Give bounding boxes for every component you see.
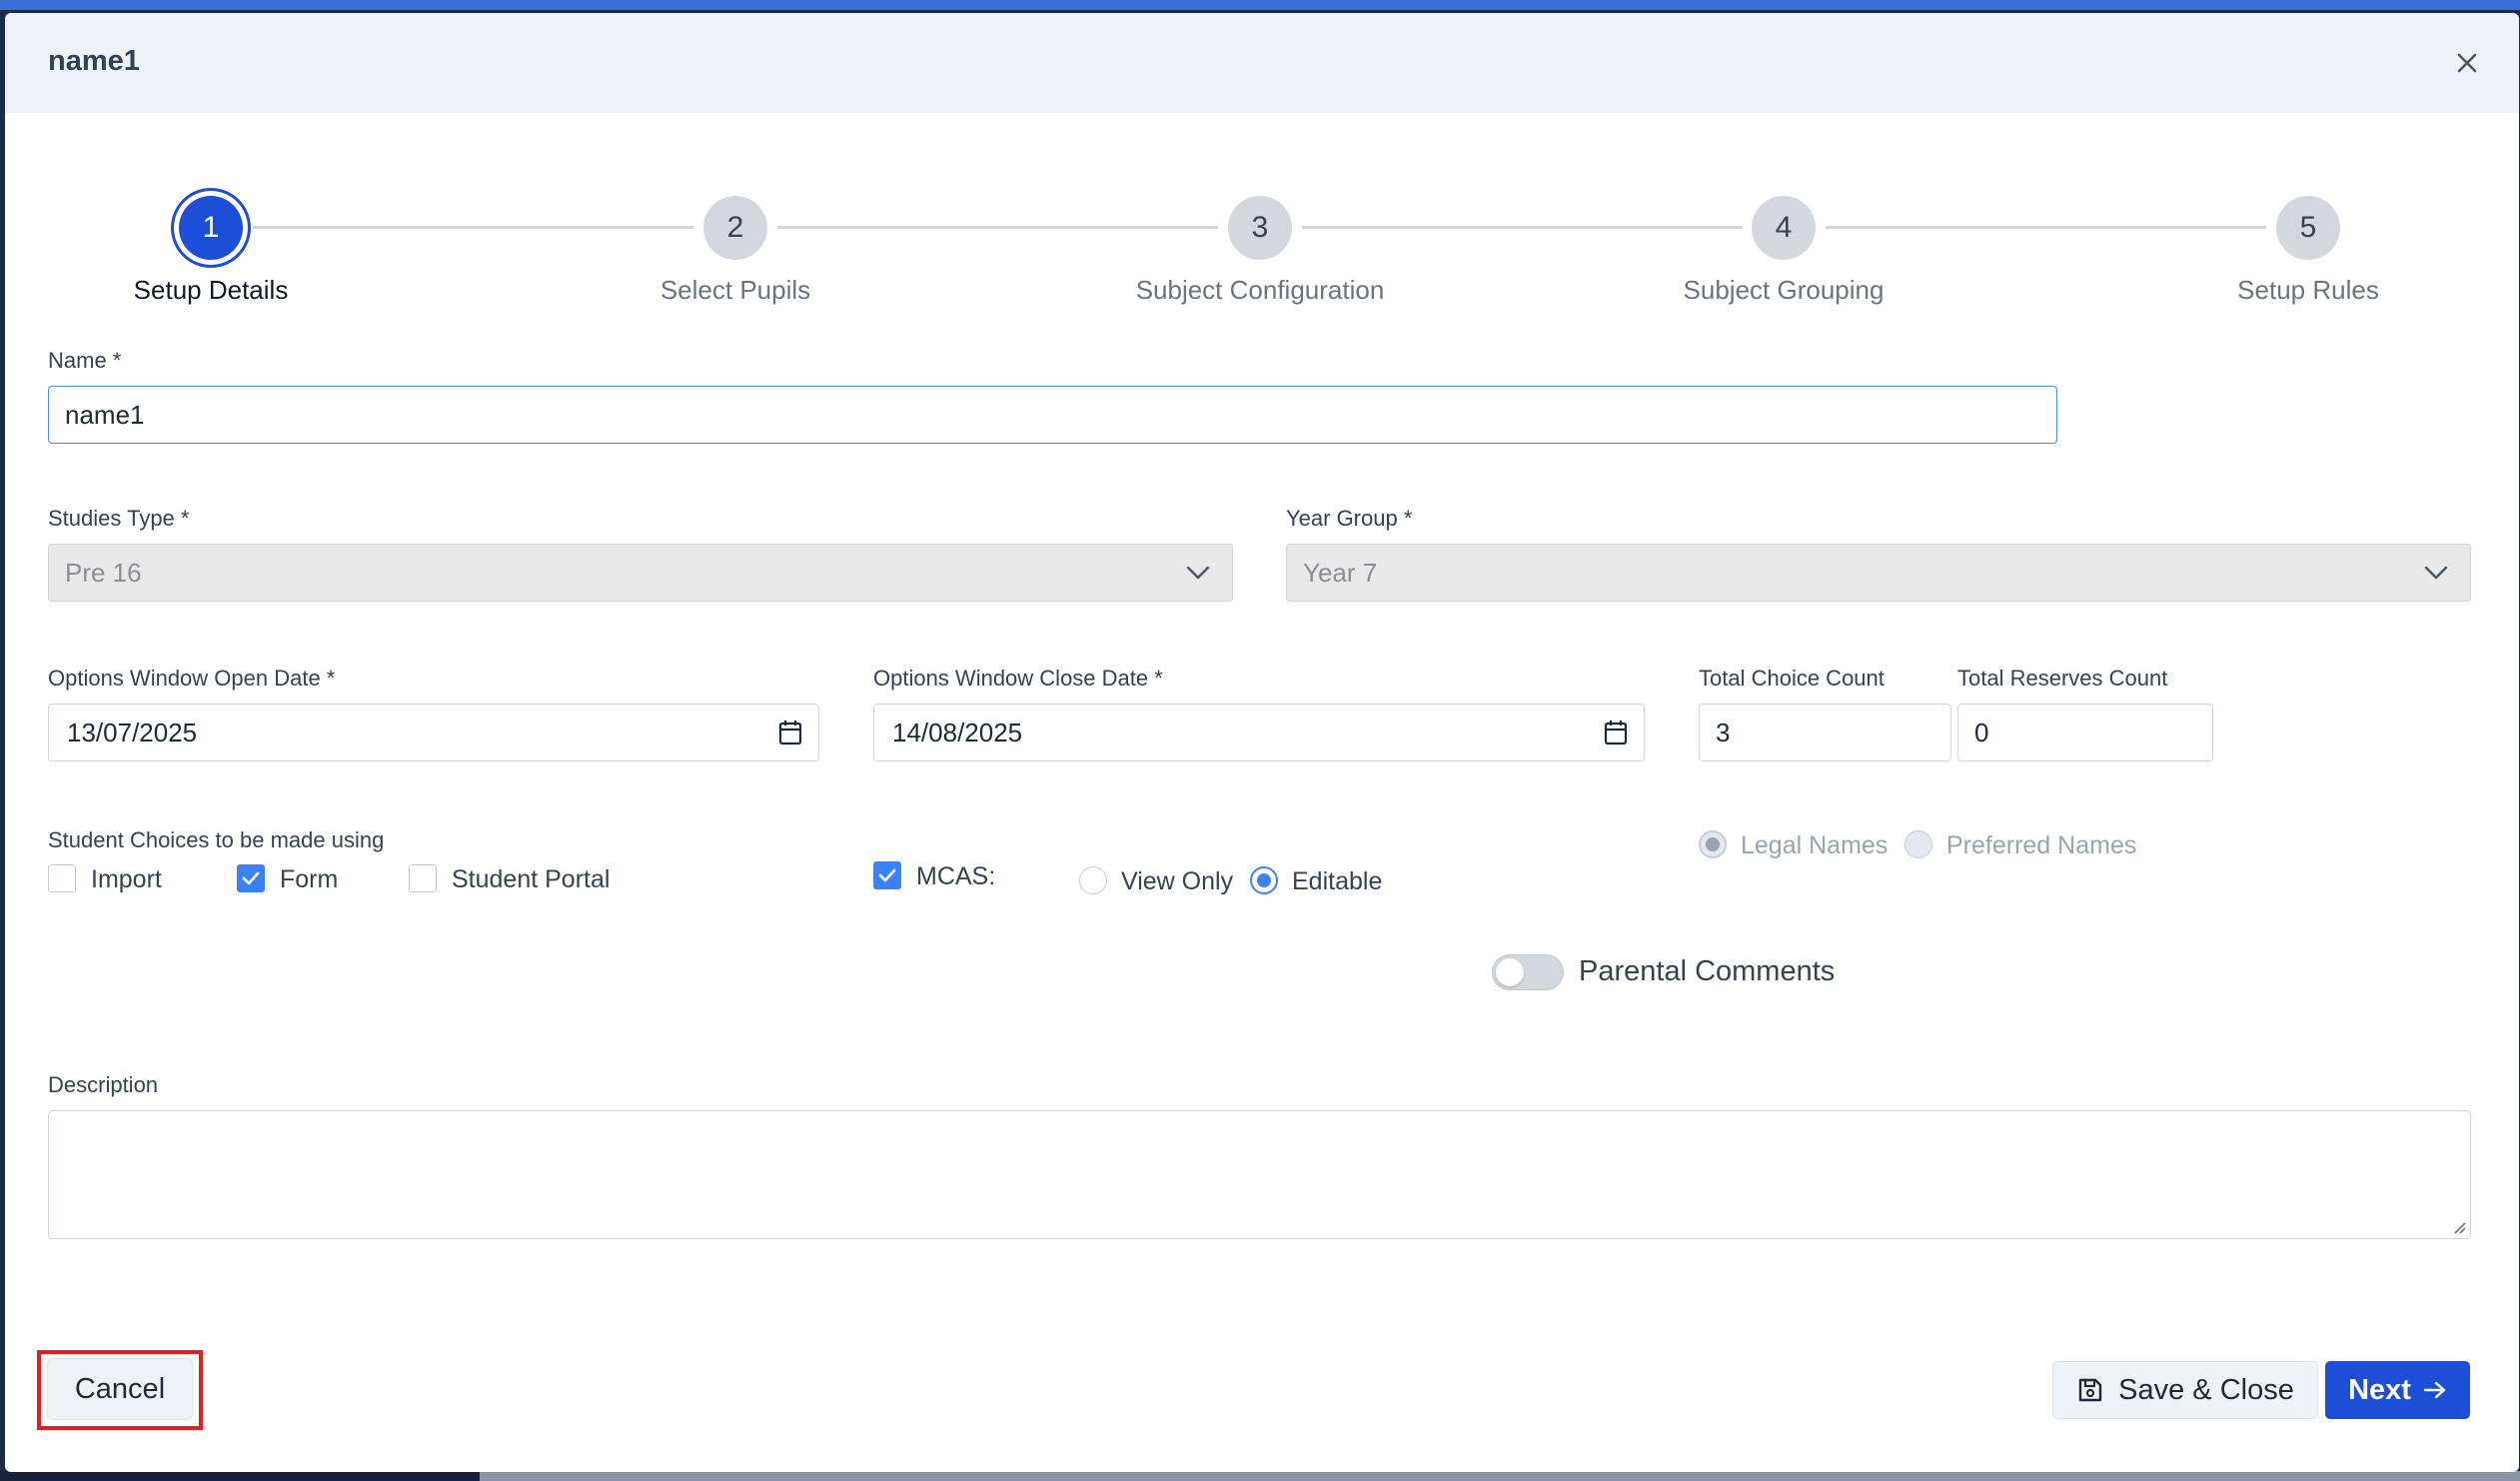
mcas-label: MCAS: bbox=[916, 862, 996, 890]
description-label: Description bbox=[48, 1072, 159, 1097]
parental-comments-toggle[interactable] bbox=[1492, 954, 1564, 990]
modal-header: name1 bbox=[5, 13, 2519, 113]
step-number: 2 bbox=[703, 196, 767, 260]
editable-radio[interactable] bbox=[1250, 866, 1278, 894]
save-icon bbox=[2078, 1378, 2102, 1402]
step-number: 5 bbox=[2276, 196, 2340, 260]
student-portal-checkbox[interactable] bbox=[409, 864, 437, 892]
save-close-button[interactable]: Save & Close bbox=[2052, 1361, 2318, 1419]
parental-comments-label: Parental Comments bbox=[1579, 955, 1836, 987]
year-group-value: Year 7 bbox=[1303, 557, 1378, 588]
step-connector bbox=[777, 226, 1218, 229]
backdrop-top bbox=[0, 0, 2520, 10]
step-number: 4 bbox=[1752, 196, 1816, 260]
resize-grip-icon[interactable] bbox=[2452, 1220, 2466, 1234]
step-label: Setup Details bbox=[133, 275, 289, 305]
import-label: Import bbox=[91, 865, 162, 893]
step-label: Subject Configuration bbox=[1135, 275, 1385, 305]
studies-type-select[interactable]: Pre 16 bbox=[48, 544, 1233, 602]
cancel-button[interactable]: Cancel bbox=[47, 1358, 193, 1420]
description-textarea[interactable] bbox=[48, 1110, 2471, 1239]
backdrop-bottom bbox=[0, 1471, 2520, 1481]
check-icon bbox=[242, 871, 260, 885]
step-label: Subject Grouping bbox=[1683, 275, 1885, 305]
studies-type-value: Pre 16 bbox=[65, 557, 142, 588]
studies-type-label: Studies Type * bbox=[48, 506, 190, 531]
calendar-icon[interactable] bbox=[1604, 720, 1628, 745]
close-icon bbox=[2457, 53, 2477, 73]
open-date-label: Options Window Open Date * bbox=[48, 666, 336, 691]
legal-names-label: Legal Names bbox=[1741, 831, 1889, 859]
total-reserves-input[interactable]: 0 bbox=[1957, 704, 2213, 761]
preferred-names-label: Preferred Names bbox=[1946, 831, 2137, 859]
next-label: Next bbox=[2348, 1373, 2411, 1406]
form-label: Form bbox=[280, 865, 339, 893]
close-date-label: Options Window Close Date * bbox=[873, 666, 1163, 691]
close-date-input[interactable]: 14/08/2025 bbox=[873, 704, 1645, 761]
total-choice-input[interactable]: 3 bbox=[1699, 704, 1951, 761]
check-icon bbox=[878, 868, 896, 882]
step-connector bbox=[1302, 226, 1743, 229]
close-date-value: 14/08/2025 bbox=[892, 717, 1023, 747]
save-close-label: Save & Close bbox=[2118, 1373, 2294, 1406]
stepper: 1 Setup Details 2 Select Pupils 3 Subjec… bbox=[5, 113, 2519, 333]
chevron-down-icon bbox=[1186, 566, 1210, 580]
choices-made-using-label: Student Choices to be made using bbox=[48, 827, 385, 852]
step-connector bbox=[253, 226, 693, 229]
name-input[interactable]: name1 bbox=[48, 386, 2057, 444]
step-number: 1 bbox=[179, 196, 243, 260]
chevron-down-icon bbox=[2424, 566, 2448, 580]
modal-title: name1 bbox=[48, 45, 140, 77]
step-label: Select Pupils bbox=[659, 275, 811, 305]
view-only-label: View Only bbox=[1121, 867, 1234, 895]
total-reserves-label: Total Reserves Count bbox=[1957, 666, 2168, 691]
legal-names-radio[interactable] bbox=[1699, 830, 1727, 858]
next-button[interactable]: Next bbox=[2325, 1361, 2470, 1419]
step-connector bbox=[1826, 226, 2266, 229]
open-date-input[interactable]: 13/07/2025 bbox=[48, 704, 819, 761]
setup-modal: name1 1 Setup Details 2 Select Pupils 3 … bbox=[5, 13, 2519, 1472]
mcas-checkbox[interactable] bbox=[873, 861, 901, 889]
close-button[interactable] bbox=[2445, 41, 2489, 85]
year-group-label: Year Group * bbox=[1286, 506, 1413, 531]
open-date-value: 13/07/2025 bbox=[67, 717, 198, 747]
import-checkbox[interactable] bbox=[48, 864, 76, 892]
view-only-radio[interactable] bbox=[1079, 866, 1107, 894]
student-portal-label: Student Portal bbox=[452, 865, 611, 893]
arrow-right-icon bbox=[2423, 1381, 2446, 1399]
editable-label: Editable bbox=[1292, 867, 1383, 895]
step-number: 3 bbox=[1228, 196, 1292, 260]
name-label: Name * bbox=[48, 348, 122, 373]
total-choice-label: Total Choice Count bbox=[1699, 666, 1885, 691]
step-label: Setup Rules bbox=[2237, 275, 2379, 305]
form-checkbox[interactable] bbox=[237, 864, 265, 892]
calendar-icon[interactable] bbox=[778, 720, 802, 745]
year-group-select[interactable]: Year 7 bbox=[1286, 544, 2471, 602]
preferred-names-radio[interactable] bbox=[1904, 830, 1932, 858]
